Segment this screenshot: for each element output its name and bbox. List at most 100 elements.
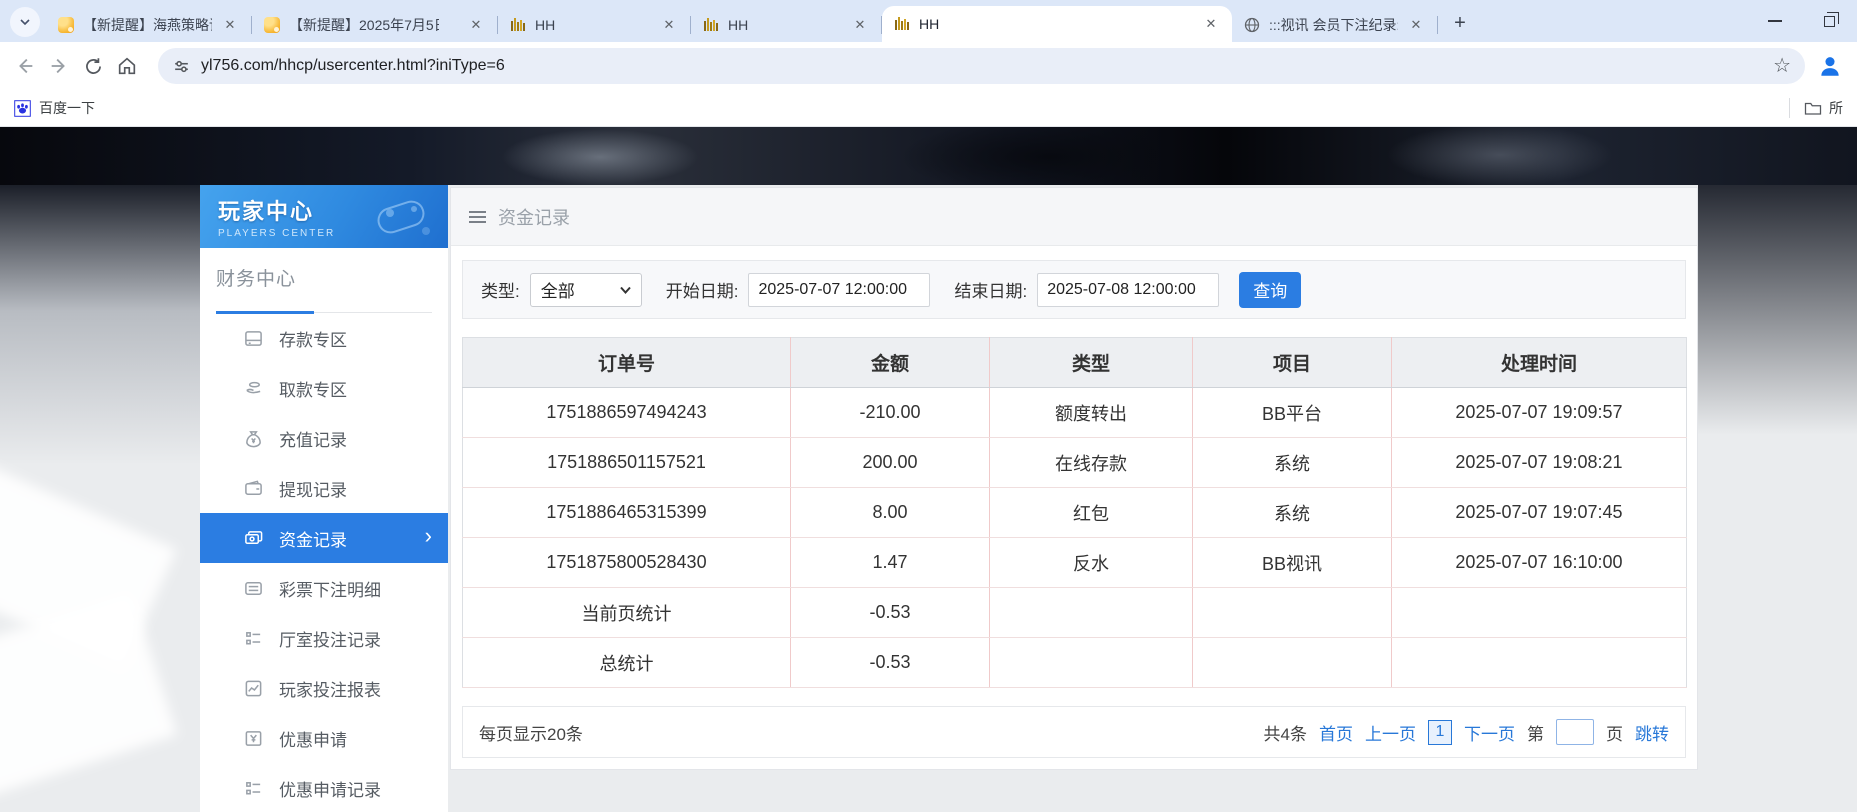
banknotes-icon bbox=[244, 529, 263, 548]
tab-5-active[interactable]: HH ✕ bbox=[882, 6, 1232, 42]
start-date-input[interactable] bbox=[748, 273, 930, 307]
chevron-down-icon bbox=[19, 16, 31, 28]
cell-time: 2025-07-07 19:07:45 bbox=[1392, 488, 1687, 538]
tab-2[interactable]: 【新提醒】2025年7月5日 ✕ bbox=[252, 8, 497, 42]
sidebar-item-hall-bet-record[interactable]: 厅室投注记录 bbox=[200, 613, 448, 663]
tab-6[interactable]: :::视讯 会员下注纪录::: ✕ bbox=[1232, 8, 1437, 42]
back-arrow-icon bbox=[14, 55, 36, 77]
sidebar-item-promo-apply-record[interactable]: 优惠申请记录 bbox=[200, 763, 448, 812]
home-icon bbox=[116, 55, 138, 77]
tab-title: HH bbox=[919, 16, 939, 32]
type-select[interactable]: 全部 bbox=[530, 273, 642, 307]
cell-order-id: 1751886597494243 bbox=[463, 388, 791, 438]
column-header-time: 处理时间 bbox=[1392, 338, 1687, 388]
cell-project: BB视讯 bbox=[1193, 538, 1392, 588]
cell-summary-label: 总统计 bbox=[463, 638, 791, 688]
new-tab-button[interactable]: + bbox=[1446, 9, 1474, 37]
bookmark-label: 百度一下 bbox=[39, 98, 95, 118]
bookmarks-divider bbox=[1789, 98, 1790, 118]
person-icon bbox=[1817, 53, 1843, 79]
back-button[interactable] bbox=[8, 49, 42, 83]
jump-prefix-text: 第 bbox=[1527, 720, 1544, 745]
tab-3[interactable]: HH ✕ bbox=[498, 8, 690, 42]
forward-arrow-icon bbox=[48, 55, 70, 77]
background-fade bbox=[0, 185, 200, 465]
sidebar-item-label: 优惠申请 bbox=[279, 726, 347, 751]
cell-time: 2025-07-07 19:09:57 bbox=[1392, 388, 1687, 438]
search-button[interactable]: 查询 bbox=[1239, 272, 1301, 308]
sidebar-item-player-bet-report[interactable]: 玩家投注报表 bbox=[200, 663, 448, 713]
sidebar-item-promo-apply[interactable]: 优惠申请 bbox=[200, 713, 448, 763]
restore-window-icon[interactable] bbox=[1824, 16, 1835, 27]
tab-close-icon[interactable]: ✕ bbox=[467, 16, 485, 34]
sidebar-item-deposit-zone[interactable]: 存款专区 bbox=[200, 313, 448, 363]
cell-amount: 1.47 bbox=[791, 538, 990, 588]
tab-title: 【新提醒】海燕策略论坛综 bbox=[83, 15, 212, 35]
tab-title: HH bbox=[535, 17, 555, 33]
sidebar-item-label: 厅室投注记录 bbox=[279, 626, 381, 651]
background-shape bbox=[0, 592, 177, 812]
profile-avatar[interactable] bbox=[1815, 51, 1845, 81]
sidebar-item-label: 取款专区 bbox=[279, 376, 347, 401]
chevron-right-icon: › bbox=[425, 525, 432, 547]
wallet-icon bbox=[244, 479, 263, 498]
browser-window: 【新提醒】海燕策略论坛综 ✕ 【新提醒】2025年7月5日 ✕ HH ✕ HH … bbox=[0, 0, 1857, 812]
list-box-icon bbox=[244, 579, 263, 598]
browser-tab-strip: 【新提醒】海燕策略论坛综 ✕ 【新提醒】2025年7月5日 ✕ HH ✕ HH … bbox=[0, 0, 1857, 42]
current-page-indicator[interactable]: 1 bbox=[1428, 720, 1452, 745]
pagination-controls: 共4条 首页 上一页 1 下一页 第 页 跳转 bbox=[1264, 719, 1669, 745]
browser-toolbar: yl756.com/hhcp/usercenter.html?iniType=6… bbox=[0, 42, 1857, 90]
tab-close-icon[interactable]: ✕ bbox=[851, 16, 869, 34]
prev-page-link[interactable]: 上一页 bbox=[1365, 720, 1416, 745]
bookmark-star-icon[interactable]: ☆ bbox=[1773, 56, 1791, 76]
bookmark-baidu[interactable]: 百度一下 bbox=[14, 98, 95, 118]
all-bookmarks-folder[interactable]: 所 bbox=[1804, 98, 1843, 118]
tab-1[interactable]: 【新提醒】海燕策略论坛综 ✕ bbox=[46, 8, 251, 42]
bulleted-list-icon bbox=[244, 779, 263, 798]
start-date-label: 开始日期: bbox=[666, 277, 739, 302]
cell-type: 在线存款 bbox=[990, 438, 1193, 488]
tab-4[interactable]: HH ✕ bbox=[691, 8, 881, 42]
sidebar-item-funds-record[interactable]: 资金记录 › bbox=[200, 513, 448, 563]
page-jump-input[interactable] bbox=[1556, 719, 1594, 745]
page-content: 玩家中心 PLAYERS CENTER 财务中心 存款专区 取款专区 充值记录 bbox=[0, 127, 1857, 812]
filter-bar: 类型: 全部 开始日期: 结束日期: 查询 bbox=[462, 260, 1686, 319]
first-page-link[interactable]: 首页 bbox=[1319, 720, 1353, 745]
tab-search-button[interactable] bbox=[10, 7, 40, 37]
reload-icon bbox=[83, 56, 104, 77]
tab-close-icon[interactable]: ✕ bbox=[1407, 16, 1425, 34]
tab-close-icon[interactable]: ✕ bbox=[221, 16, 239, 34]
sidebar-item-lottery-bet-detail[interactable]: 彩票下注明细 bbox=[200, 563, 448, 613]
sidebar-item-label: 资金记录 bbox=[279, 526, 347, 551]
chart-report-icon bbox=[244, 679, 263, 698]
cell-order-id: 1751886465315399 bbox=[463, 488, 791, 538]
forward-button[interactable] bbox=[42, 49, 76, 83]
window-controls bbox=[1768, 0, 1835, 42]
baidu-paw-icon bbox=[14, 100, 31, 117]
column-header-type: 类型 bbox=[990, 338, 1193, 388]
sidebar-item-recharge-record[interactable]: 充值记录 bbox=[200, 413, 448, 463]
chevron-down-icon bbox=[620, 286, 631, 294]
end-date-input[interactable] bbox=[1037, 273, 1219, 307]
cell-summary-label: 当前页统计 bbox=[463, 588, 791, 638]
reload-button[interactable] bbox=[76, 49, 110, 83]
player-center-sidebar: 玩家中心 PLAYERS CENTER 财务中心 存款专区 取款专区 充值记录 bbox=[200, 185, 448, 812]
sidebar-item-label: 提现记录 bbox=[279, 476, 347, 501]
next-page-link[interactable]: 下一页 bbox=[1464, 720, 1515, 745]
home-button[interactable] bbox=[110, 49, 144, 83]
tab-close-icon[interactable]: ✕ bbox=[1202, 15, 1220, 33]
jump-action-link[interactable]: 跳转 bbox=[1635, 720, 1669, 745]
background-fade bbox=[1698, 185, 1857, 435]
minimize-icon[interactable] bbox=[1768, 20, 1782, 22]
sidebar-item-withdraw-zone[interactable]: 取款专区 bbox=[200, 363, 448, 413]
type-filter-label: 类型: bbox=[481, 277, 520, 302]
sidebar-item-withdrawal-record[interactable]: 提现记录 bbox=[200, 463, 448, 513]
address-bar[interactable]: yl756.com/hhcp/usercenter.html?iniType=6… bbox=[158, 48, 1805, 84]
site-settings-icon bbox=[172, 57, 191, 76]
tab-close-icon[interactable]: ✕ bbox=[660, 16, 678, 34]
cell-project: BB平台 bbox=[1193, 388, 1392, 438]
folder-icon bbox=[1804, 100, 1822, 116]
sidebar-section-finance: 财务中心 bbox=[200, 248, 448, 313]
sidebar-section-label: 财务中心 bbox=[216, 264, 448, 291]
cell-amount: 200.00 bbox=[791, 438, 990, 488]
